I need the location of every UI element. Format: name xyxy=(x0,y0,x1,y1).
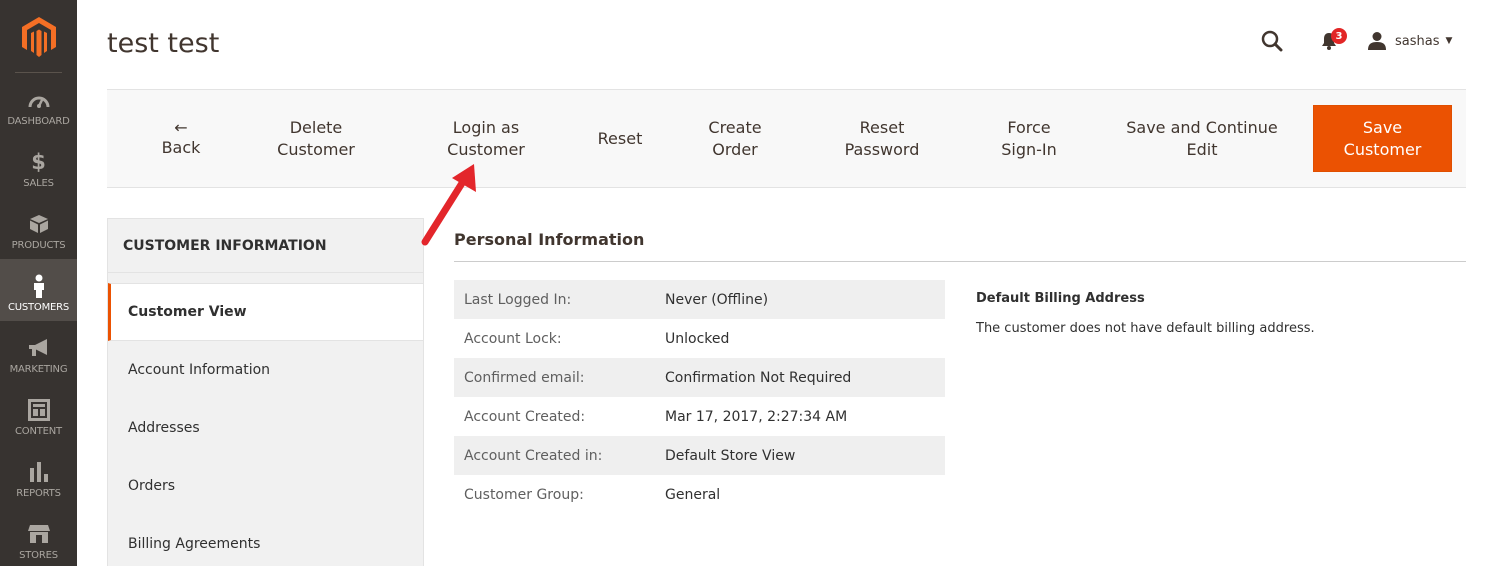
row-value: Confirmation Not Required xyxy=(665,369,852,386)
reset-button[interactable]: Reset xyxy=(589,90,651,187)
person-icon xyxy=(26,273,52,299)
nav-dashboard[interactable]: DASHBOARD xyxy=(0,73,77,135)
annotation-arrow-icon xyxy=(421,164,476,246)
tab-orders[interactable]: Orders xyxy=(108,457,423,515)
back-button[interactable]: ← Back xyxy=(152,90,210,187)
save-and-continue-label-line1: Save and Continue xyxy=(1126,117,1278,137)
login-as-customer-label-line1: Login as xyxy=(452,117,520,137)
store-icon xyxy=(26,521,52,547)
row-value: Unlocked xyxy=(665,330,730,347)
tab-orders-label: Orders xyxy=(128,478,176,494)
row-label: Last Logged In: xyxy=(464,291,572,308)
row-value: Mar 17, 2017, 2:27:34 AM xyxy=(665,408,848,425)
nav-reports[interactable]: REPORTS xyxy=(0,445,77,507)
nav-content[interactable]: CONTENT xyxy=(0,383,77,445)
layout-icon xyxy=(26,397,52,423)
login-as-customer-label-line2: Customer xyxy=(447,139,525,159)
create-order-button[interactable]: Create Order xyxy=(698,90,772,187)
page-actions-toolbar: ← Back Delete Customer Login as Customer… xyxy=(107,89,1466,188)
delete-customer-label-line1: Delete xyxy=(289,117,343,137)
force-sign-in-button[interactable]: Force Sign-In xyxy=(992,90,1066,187)
nav-customers[interactable]: CUSTOMERS xyxy=(0,259,77,321)
table-row: Last Logged In: Never (Offline) xyxy=(454,280,945,319)
notification-count-badge: 3 xyxy=(1331,28,1347,44)
reset-password-button[interactable]: Reset Password xyxy=(837,90,927,187)
row-label: Account Created in: xyxy=(464,447,603,464)
nav-sales-label: SALES xyxy=(23,178,54,189)
page-title: test test xyxy=(107,28,220,59)
arrow-left-icon: ← xyxy=(174,117,188,137)
nav-stores[interactable]: STORES xyxy=(0,507,77,569)
force-sign-in-label-line1: Force xyxy=(1007,117,1051,137)
user-name: sashas xyxy=(1395,33,1440,49)
row-label: Account Created: xyxy=(464,408,586,425)
tab-addresses-label: Addresses xyxy=(128,420,200,436)
user-account-menu[interactable]: sashas ▼ xyxy=(1367,26,1452,56)
save-and-continue-label-line2: Edit xyxy=(1186,139,1218,159)
nav-content-label: CONTENT xyxy=(15,426,62,437)
reset-password-label-line1: Reset xyxy=(859,117,905,137)
tab-customer-view[interactable]: Customer View xyxy=(108,283,423,341)
delete-customer-label-line2: Customer xyxy=(277,139,355,159)
create-order-label-line2: Order xyxy=(712,139,758,159)
row-label: Confirmed email: xyxy=(464,369,585,386)
section-divider xyxy=(454,261,1466,262)
tabs-title: CUSTOMER INFORMATION xyxy=(108,219,423,273)
admin-sidebar: DASHBOARD $ SALES PRODUCTS CUSTOMERS MAR… xyxy=(0,0,77,566)
tab-customer-view-label: Customer View xyxy=(128,304,247,320)
tab-account-information[interactable]: Account Information xyxy=(108,341,423,399)
nav-marketing[interactable]: MARKETING xyxy=(0,321,77,383)
table-row: Confirmed email: Confirmation Not Requir… xyxy=(454,358,945,397)
search-button[interactable] xyxy=(1255,26,1289,56)
nav-products-label: PRODUCTS xyxy=(11,240,66,251)
row-label: Customer Group: xyxy=(464,486,584,503)
user-icon xyxy=(1368,32,1386,50)
row-label: Account Lock: xyxy=(464,330,562,347)
reset-button-label: Reset xyxy=(597,128,643,148)
table-row: Account Created in: Default Store View xyxy=(454,436,945,475)
nav-stores-label: STORES xyxy=(19,550,58,561)
magento-logo-icon[interactable] xyxy=(0,0,77,73)
table-row: Customer Group: General xyxy=(454,475,945,514)
personal-information-table: Last Logged In: Never (Offline) Account … xyxy=(454,280,945,514)
save-customer-label-line1: Save xyxy=(1362,117,1403,137)
nav-sales[interactable]: $ SALES xyxy=(0,135,77,197)
reset-password-label-line2: Password xyxy=(844,139,920,159)
tab-account-information-label: Account Information xyxy=(128,362,271,378)
row-value: Never (Offline) xyxy=(665,291,769,308)
nav-products[interactable]: PRODUCTS xyxy=(0,197,77,259)
box-icon xyxy=(26,211,52,237)
nav-customers-label: CUSTOMERS xyxy=(7,302,70,313)
back-button-label: Back xyxy=(161,137,201,157)
table-row: Account Created: Mar 17, 2017, 2:27:34 A… xyxy=(454,397,945,436)
notifications-button[interactable]: 3 xyxy=(1313,26,1347,56)
save-and-continue-edit-button[interactable]: Save and Continue Edit xyxy=(1120,90,1284,187)
customer-information-tabs: CUSTOMER INFORMATION Customer View Accou… xyxy=(107,218,424,566)
dollar-icon: $ xyxy=(31,150,46,174)
default-billing-address-text: The customer does not have default billi… xyxy=(976,321,1315,336)
nav-reports-label: REPORTS xyxy=(16,488,61,499)
force-sign-in-label-line2: Sign-In xyxy=(1001,139,1057,159)
default-billing-address-title: Default Billing Address xyxy=(976,291,1145,306)
caret-down-icon: ▼ xyxy=(1445,36,1453,46)
table-row: Account Lock: Unlocked xyxy=(454,319,945,358)
create-order-label-line1: Create xyxy=(708,117,762,137)
tab-addresses[interactable]: Addresses xyxy=(108,399,423,457)
delete-customer-button[interactable]: Delete Customer xyxy=(266,90,366,187)
save-customer-button[interactable]: Save Customer xyxy=(1313,105,1452,172)
save-customer-label-line2: Customer xyxy=(1343,139,1422,159)
megaphone-icon xyxy=(26,335,52,361)
bar-chart-icon xyxy=(26,459,52,485)
tab-billing-agreements-label: Billing Agreements xyxy=(128,536,261,552)
tab-billing-agreements[interactable]: Billing Agreements xyxy=(108,515,423,573)
dashboard-icon xyxy=(26,87,52,113)
search-icon xyxy=(1261,30,1283,52)
row-value: Default Store View xyxy=(665,447,796,464)
nav-dashboard-label: DASHBOARD xyxy=(7,116,70,127)
nav-marketing-label: MARKETING xyxy=(9,364,68,375)
row-value: General xyxy=(665,486,721,503)
